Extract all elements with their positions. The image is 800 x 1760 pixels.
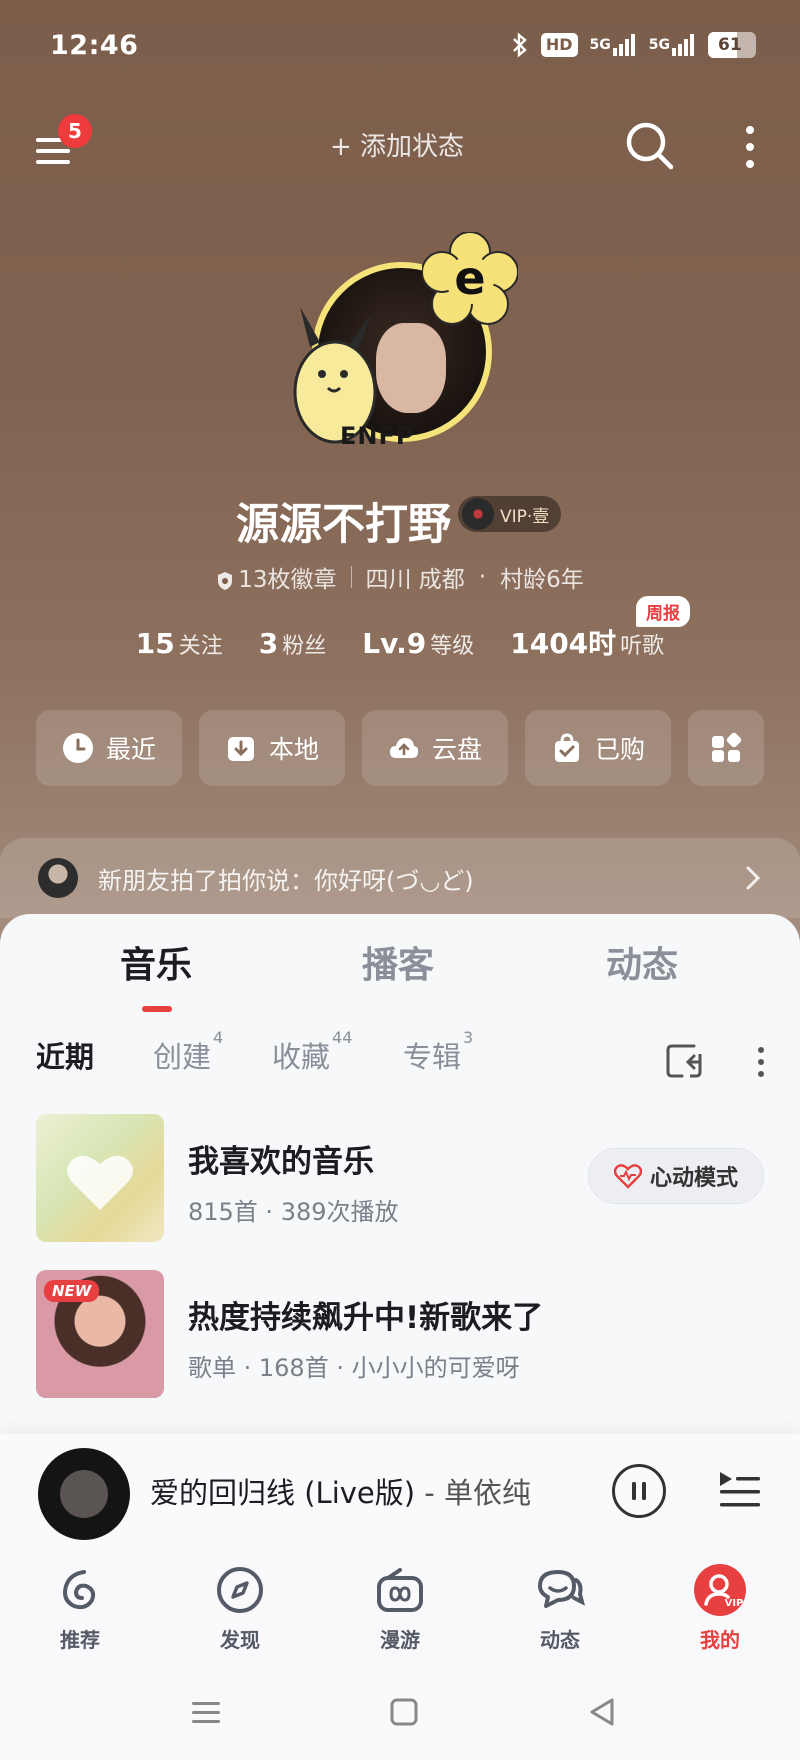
netease-logo-icon (63, 1570, 96, 1610)
friend-avatar (38, 858, 78, 898)
tab-music[interactable]: 音乐 (120, 936, 192, 988)
playlist-title: 热度持续飙升中!新歌来了 (188, 1300, 544, 1336)
playlist-subtitle: 815首 · 389次播放 (188, 1198, 399, 1226)
nav-recommend[interactable]: 推荐 (30, 1564, 130, 1653)
album-disc (38, 1448, 130, 1540)
quick-access-row: 最近 本地 云盘 已购 (36, 710, 766, 786)
mini-player[interactable]: 爱的回归线 (Live版) - 单依纯 (0, 1434, 800, 1546)
mbti-tag: ENFP (340, 422, 415, 450)
import-playlist-icon[interactable] (664, 1042, 704, 1082)
subtab-recent[interactable]: 近期 (36, 1034, 94, 1076)
cloud-upload-icon (389, 738, 419, 758)
grid-apps-icon (712, 732, 742, 762)
friend-notification-banner[interactable]: 新朋友拍了拍你说：你好呀(づ◡ど) (0, 838, 800, 918)
heartbeat-icon (613, 1164, 642, 1189)
battery-icon: 61 (708, 32, 756, 58)
back-icon[interactable] (584, 1694, 620, 1730)
village-age-text: 村龄6年 (500, 567, 584, 593)
pause-button[interactable] (612, 1464, 666, 1518)
stat-followers[interactable]: 3 粉丝 (259, 627, 327, 660)
system-navigation-bar (0, 1666, 800, 1760)
status-bar: 12:46 HD 5G 5G 61 (0, 0, 800, 96)
recent-apps-icon[interactable] (188, 1694, 224, 1730)
playlist-item[interactable]: 我喜欢的音乐 815首 · 389次播放 心动模式 (36, 1114, 766, 1244)
avatar[interactable]: e ENFP (272, 232, 532, 472)
new-tag: NEW (44, 1280, 100, 1302)
location-text: 四川 成都 (365, 567, 465, 593)
vinyl-disc-icon (462, 498, 494, 530)
radio-icon (377, 1568, 423, 1612)
sub-tabs: 近期 创建4 收藏44 专辑3 (36, 1028, 776, 1094)
vip-badge[interactable]: VIP·壹 (458, 496, 562, 532)
playlist-cover (36, 1114, 164, 1242)
signal-5g-icon-2: 5G (649, 34, 696, 56)
nav-moments[interactable]: 动态 (510, 1564, 610, 1653)
notification-badge: 5 (58, 114, 92, 148)
weekly-report-tag[interactable]: 周报 (636, 596, 690, 627)
status-time: 12:46 (50, 30, 139, 61)
active-tab-indicator (142, 1006, 172, 1012)
nav-roam[interactable]: 漫游 (350, 1564, 450, 1653)
more-apps-button[interactable] (688, 710, 764, 786)
tab-moments[interactable]: 动态 (606, 936, 678, 988)
profile-meta: 13枚徽章 四川 成都 · 村龄6年 (0, 560, 800, 594)
chat-bubbles-icon (538, 1570, 585, 1608)
user-vip-icon: VIP (694, 1564, 746, 1616)
download-icon (227, 737, 254, 761)
stat-following[interactable]: 15 关注 (136, 627, 223, 660)
svg-text:e: e (454, 251, 485, 305)
local-button[interactable]: 本地 (199, 710, 345, 786)
dot-separator: · (478, 564, 487, 590)
clock-icon (62, 733, 93, 763)
user-name: 源源不打野 (236, 500, 451, 550)
hd-voice-icon: HD (540, 33, 578, 57)
heart-mode-button[interactable]: 心动模式 (588, 1148, 764, 1204)
stat-listening-time[interactable]: 1404时 听歌 (510, 622, 664, 662)
playlist-queue-icon[interactable] (716, 1468, 762, 1512)
subtab-created[interactable]: 创建4 (153, 1028, 223, 1076)
nav-discover[interactable]: 发现 (190, 1564, 290, 1653)
pause-icon (632, 1482, 646, 1500)
more-options-icon[interactable] (754, 1044, 768, 1080)
playlist-item[interactable]: NEW 热度持续飙升中!新歌来了 歌单 · 168首 · 小小小的可爱呀 (36, 1270, 766, 1400)
subtab-albums[interactable]: 专辑3 (403, 1028, 473, 1076)
content-panel: 音乐 播客 动态 近期 创建4 收藏44 专辑3 我喜欢的音乐 815首 · 3… (0, 914, 800, 1434)
home-icon[interactable] (386, 1694, 422, 1730)
subtab-collected[interactable]: 收藏44 (272, 1028, 352, 1076)
flower-badge-icon: e (422, 232, 518, 325)
main-tabs: 音乐 播客 动态 (0, 936, 800, 1016)
nav-mine[interactable]: VIP 我的 (670, 1564, 770, 1653)
recent-button[interactable]: 最近 (36, 710, 182, 786)
divider (350, 566, 352, 588)
compass-icon (217, 1567, 263, 1613)
more-options-icon[interactable] (738, 122, 762, 172)
badges-link[interactable]: 13枚徽章 (216, 560, 337, 594)
purchased-button[interactable]: 已购 (525, 710, 671, 786)
heart-cover-icon (67, 1155, 133, 1210)
add-status-button[interactable]: + 添加状态 (330, 126, 464, 163)
now-playing-title: 爱的回归线 (Live版) - 单依纯 (150, 1476, 531, 1510)
shopping-bag-icon (554, 733, 579, 762)
bottom-nav: 推荐 发现 漫游 动态 VIP 我的 (0, 1546, 800, 1666)
search-icon[interactable] (624, 120, 676, 172)
signal-5g-icon-1: 5G (590, 34, 637, 56)
tab-podcast[interactable]: 播客 (362, 936, 434, 988)
cloud-drive-button[interactable]: 云盘 (362, 710, 508, 786)
stat-level[interactable]: Lv.9 等级 (362, 627, 474, 660)
svg-text:VIP: VIP (725, 1598, 744, 1609)
playlist-subtitle: 歌单 · 168首 · 小小小的可爱呀 (188, 1354, 520, 1382)
top-nav: 5 + 添加状态 (0, 100, 800, 190)
chevron-right-icon (746, 866, 761, 890)
status-icons: HD 5G 5G 61 (511, 32, 756, 58)
profile-stats: 15 关注 3 粉丝 Lv.9 等级 1404时 听歌 (0, 622, 800, 662)
badge-shield-icon (218, 571, 233, 590)
bluetooth-icon (513, 32, 527, 58)
playlist-title: 我喜欢的音乐 (188, 1144, 374, 1180)
